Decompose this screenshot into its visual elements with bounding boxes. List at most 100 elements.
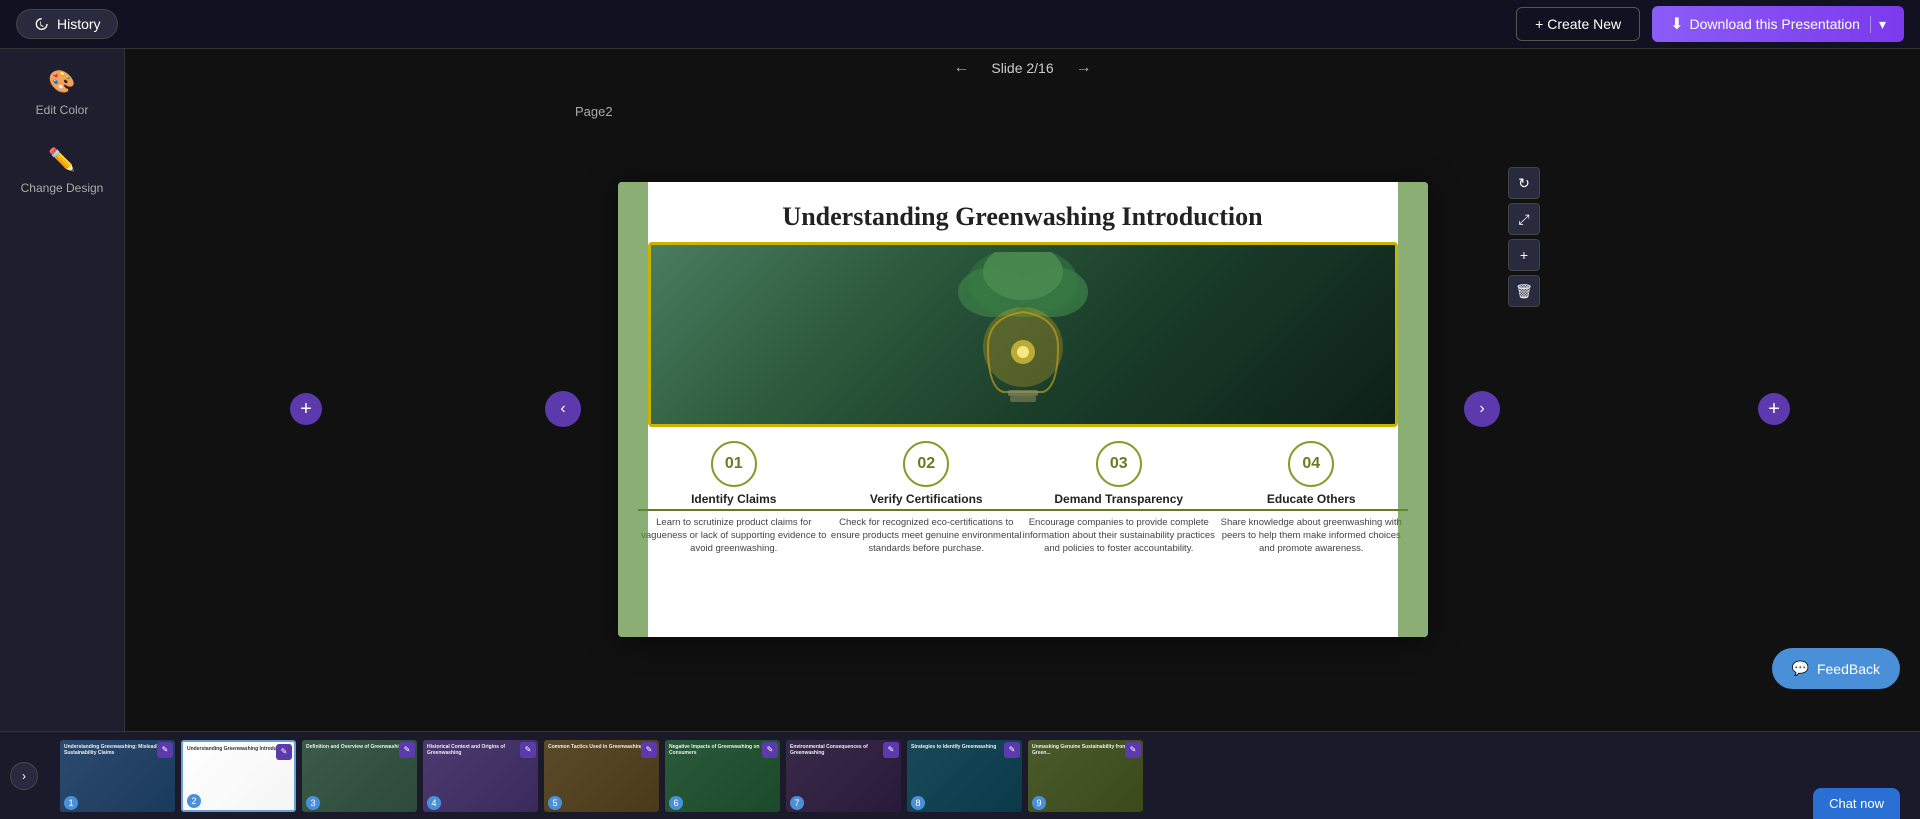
filmstrip-slide-8[interactable]: Strategies to Identify Greenwashing 8 ✎ (907, 740, 1022, 812)
nav-right: + Create New ⬇ Download this Presentatio… (1516, 6, 1904, 42)
col-text-3: Encourage companies to provide complete … (1023, 516, 1216, 556)
thumb-edit-4[interactable]: ✎ (520, 742, 536, 758)
slide-nav-top: ← Slide 2/16 → (947, 49, 1097, 87)
col-number-3: 03 (1096, 441, 1142, 487)
col-number-4: 04 (1288, 441, 1334, 487)
slide-column-4: 04 Educate Others Share knowledge about … (1215, 441, 1408, 556)
thumb-text-5: Common Tactics Used in Greenwashing (548, 744, 655, 751)
slide-info: Slide 2/16 (991, 60, 1053, 76)
thumb-edit-3[interactable]: ✎ (399, 742, 415, 758)
chat-button[interactable]: Chat now (1813, 788, 1900, 819)
filmstrip-slide-2[interactable]: Understanding Greenwashing Introduction … (181, 740, 296, 812)
resize-icon: ⤢ (1518, 211, 1529, 228)
filmstrip: ‹ Understanding Greenwashing: Misleading… (0, 731, 1920, 819)
prev-slide-arrow[interactable]: ‹ (545, 391, 581, 427)
thumb-edit-2[interactable]: ✎ (276, 744, 292, 760)
slide-wrapper: + ‹ Understanding Greenwashing Introduct… (125, 87, 1920, 731)
col-text-1: Learn to scrutinize product claims for v… (638, 516, 831, 556)
download-label: Download this Presentation (1690, 16, 1860, 32)
filmstrip-slides: Understanding Greenwashing: Misleading S… (60, 740, 1143, 812)
design-icon: ✏️ (48, 147, 75, 173)
col-heading-4: Educate Others (1215, 492, 1408, 511)
create-new-button[interactable]: + Create New (1516, 7, 1640, 41)
add-icon: + (1520, 247, 1528, 263)
thumb-num-6: 6 (669, 796, 683, 810)
green-bar-right (1398, 182, 1428, 637)
filmstrip-next-button[interactable]: › (10, 762, 38, 790)
thumb-text-1: Understanding Greenwashing: Misleading S… (64, 744, 171, 757)
slide-four-columns: 01 Identify Claims Learn to scrutinize p… (618, 427, 1428, 556)
col-text-4: Share knowledge about greenwashing with … (1215, 516, 1408, 556)
top-nav: History + Create New ⬇ Download this Pre… (0, 0, 1920, 49)
lightbulb-svg (933, 252, 1113, 417)
filmstrip-slide-9[interactable]: Unmasking Genuine Sustainability from Gr… (1028, 740, 1143, 812)
col-heading-2: Verify Certifications (830, 492, 1023, 511)
thumb-text-3: Definition and Overview of Greenwashing (306, 744, 413, 751)
right-toolbar: ↻ ⤢ + 🗑 (1508, 167, 1540, 307)
refresh-icon: ↻ (1518, 175, 1530, 192)
thumb-num-9: 9 (1032, 796, 1046, 810)
add-slide-right-button[interactable]: + (1758, 393, 1790, 425)
left-sidebar: 🎨 Edit Color ✏️ Change Design (0, 49, 125, 731)
col-text-2: Check for recognized eco-certifications … (830, 516, 1023, 556)
feedback-label: FeedBack (1817, 661, 1880, 677)
prev-slide-button[interactable]: ← (947, 57, 975, 79)
filmstrip-slide-7[interactable]: Environmental Consequences of Greenwashi… (786, 740, 901, 812)
slide-column-1: 01 Identify Claims Learn to scrutinize p… (638, 441, 831, 556)
main-area: 🎨 Edit Color ✏️ Change Design ← Slide 2/… (0, 49, 1920, 731)
thumb-edit-8[interactable]: ✎ (1004, 742, 1020, 758)
thumb-num-2: 2 (187, 794, 201, 808)
add-slide-left-button[interactable]: + (290, 393, 322, 425)
thumb-num-7: 7 (790, 796, 804, 810)
thumb-num-8: 8 (911, 796, 925, 810)
thumb-edit-1[interactable]: ✎ (157, 742, 173, 758)
slide-column-3: 03 Demand Transparency Encourage compani… (1023, 441, 1216, 556)
thumb-text-2: Understanding Greenwashing Introduction (187, 746, 290, 753)
filmstrip-slide-4[interactable]: Historical Context and Origins of Greenw… (423, 740, 538, 812)
thumb-num-4: 4 (427, 796, 441, 810)
thumb-num-1: 1 (64, 796, 78, 810)
history-icon (33, 16, 49, 32)
col-heading-1: Identify Claims (638, 492, 831, 511)
thumb-edit-6[interactable]: ✎ (762, 742, 778, 758)
slide-column-2: 02 Verify Certifications Check for recog… (830, 441, 1023, 556)
filmstrip-slide-3[interactable]: Definition and Overview of Greenwashing … (302, 740, 417, 812)
filmstrip-slide-6[interactable]: Negative Impacts of Greenwashing on Cons… (665, 740, 780, 812)
thumb-text-9: Unmasking Genuine Sustainability from Gr… (1032, 744, 1139, 757)
col-number-1: 01 (711, 441, 757, 487)
thumb-num-5: 5 (548, 796, 562, 810)
thumb-edit-7[interactable]: ✎ (883, 742, 899, 758)
thumb-edit-5[interactable]: ✎ (641, 742, 657, 758)
lightbulb-background (651, 245, 1395, 424)
download-button[interactable]: ⬇ Download this Presentation ▾ (1652, 6, 1904, 42)
thumb-edit-9[interactable]: ✎ (1125, 742, 1141, 758)
feedback-icon: 💬 (1792, 660, 1809, 677)
palette-icon: 🎨 (48, 69, 75, 95)
history-label: History (57, 16, 101, 32)
thumb-num-3: 3 (306, 796, 320, 810)
col-heading-3: Demand Transparency (1023, 492, 1216, 511)
sidebar-item-change-design[interactable]: ✏️ Change Design (21, 147, 104, 195)
delete-icon: 🗑 (1515, 283, 1533, 300)
next-slide-button[interactable]: → (1070, 57, 1098, 79)
green-bar-left (618, 182, 648, 637)
download-icon: ⬇ (1670, 14, 1683, 34)
create-new-label: + Create New (1535, 16, 1621, 32)
thumb-text-7: Environmental Consequences of Greenwashi… (790, 744, 897, 757)
col-number-2: 02 (903, 441, 949, 487)
sidebar-item-edit-color[interactable]: 🎨 Edit Color (36, 69, 89, 117)
refresh-tool-button[interactable]: ↻ (1508, 167, 1540, 199)
filmstrip-slide-1[interactable]: Understanding Greenwashing: Misleading S… (60, 740, 175, 812)
resize-tool-button[interactable]: ⤢ (1508, 203, 1540, 235)
slide-title: Understanding Greenwashing Introduction (618, 182, 1428, 242)
thumb-text-6: Negative Impacts of Greenwashing on Cons… (669, 744, 776, 757)
slide-image-container (648, 242, 1398, 427)
center-stage: ← Slide 2/16 → Page2 + ‹ Understanding G… (125, 49, 1920, 731)
delete-tool-button[interactable]: 🗑 (1508, 275, 1540, 307)
filmstrip-slide-5[interactable]: Common Tactics Used in Greenwashing 5 ✎ (544, 740, 659, 812)
feedback-button[interactable]: 💬 FeedBack (1772, 648, 1900, 689)
next-slide-arrow[interactable]: › (1464, 391, 1500, 427)
chat-label: Chat now (1829, 796, 1884, 811)
add-tool-button[interactable]: + (1508, 239, 1540, 271)
history-button[interactable]: History (16, 9, 118, 39)
